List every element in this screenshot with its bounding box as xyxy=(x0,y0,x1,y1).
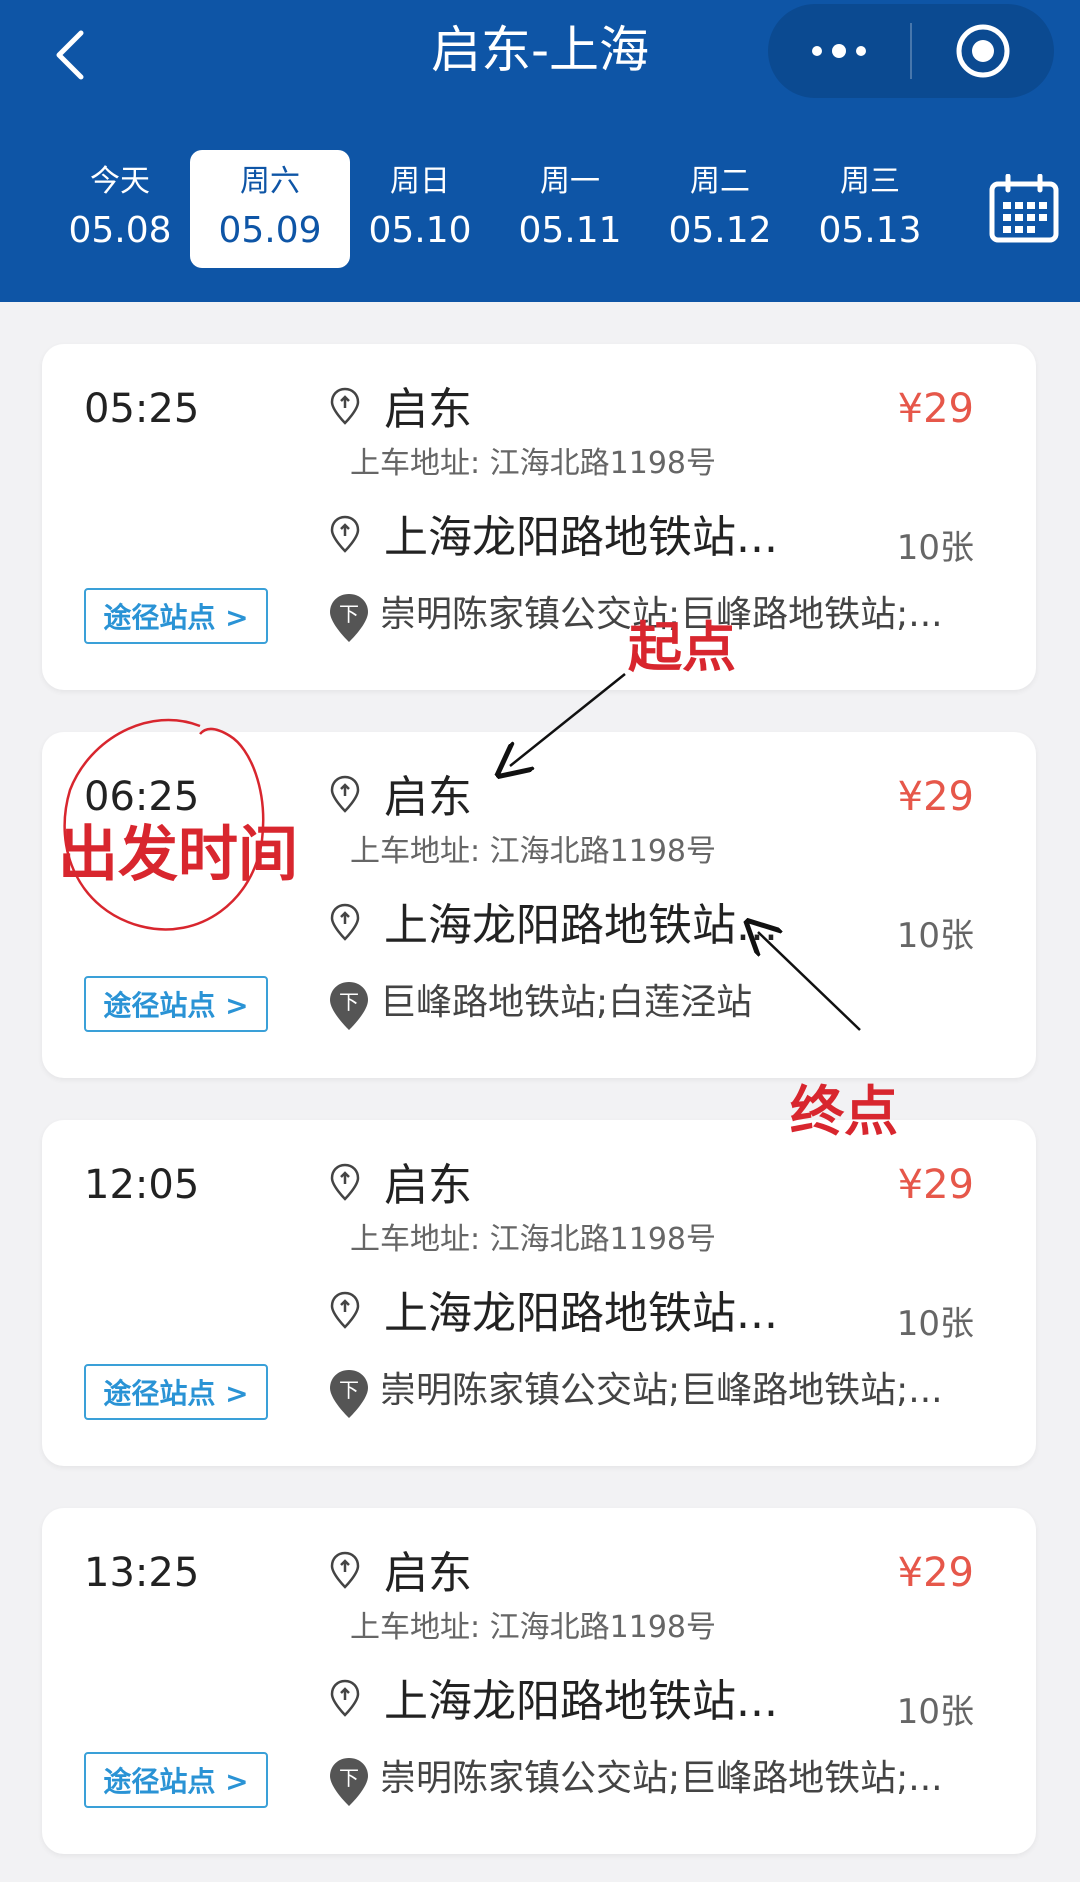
svg-text:下: 下 xyxy=(339,1378,359,1402)
date-tab-date: 05.12 xyxy=(668,210,772,251)
location-pin-icon xyxy=(330,903,360,941)
date-tab-date: 05.10 xyxy=(368,210,472,251)
tickets-remaining: 10张 xyxy=(896,528,974,568)
destination-station: 上海龙阳路地铁站... xyxy=(384,512,778,563)
location-pin-icon xyxy=(330,515,360,553)
alight-stop-icon: 下 xyxy=(330,982,368,1030)
mini-program-capsule xyxy=(768,4,1054,98)
date-tab-weekday: 周六 xyxy=(240,164,300,199)
boarding-address: 上车地址: 江海北路1198号 xyxy=(350,1222,716,1257)
date-tab-date: 05.13 xyxy=(818,210,922,251)
more-dots-icon xyxy=(812,44,866,58)
boarding-address: 上车地址: 江海北路1198号 xyxy=(350,834,716,869)
origin-station: 启东 xyxy=(384,384,472,435)
tickets-remaining: 10张 xyxy=(896,1304,974,1344)
origin-station: 启东 xyxy=(384,772,472,823)
date-tab-weekday: 今天 xyxy=(90,164,150,199)
calendar-icon xyxy=(989,173,1059,243)
tickets-remaining: 10张 xyxy=(896,916,974,956)
more-button[interactable] xyxy=(768,4,910,98)
boarding-address: 上车地址: 江海北路1198号 xyxy=(350,1610,716,1645)
departure-time-annotation-label: 出发时间 xyxy=(58,820,298,890)
top-bar: 启东-上海 今天 05.08 周六 05.09 周日 05.10 周一 05.1… xyxy=(0,0,1080,302)
origin-annotation-label: 起点 xyxy=(628,616,736,679)
close-mini-program-button[interactable] xyxy=(912,4,1054,98)
alight-stop-icon: 下 xyxy=(330,594,368,642)
trip-card[interactable]: 12:05 启东 上车地址: 江海北路1198号 上海龙阳路地铁站... ¥29… xyxy=(42,1120,1036,1466)
date-tab-date: 05.09 xyxy=(218,210,322,251)
ticket-price: ¥29 xyxy=(897,1162,974,1208)
departure-time: 06:25 xyxy=(84,774,200,820)
svg-text:下: 下 xyxy=(339,990,359,1014)
departure-time: 05:25 xyxy=(84,386,200,432)
date-tab-tuesday[interactable]: 周二 05.12 xyxy=(640,150,800,268)
date-tab-date: 05.11 xyxy=(518,210,622,251)
ticket-price: ¥29 xyxy=(897,1550,974,1596)
back-button[interactable] xyxy=(36,20,106,90)
destination-annotation-label: 终点 xyxy=(790,1080,898,1143)
date-tab-wednesday[interactable]: 周三 05.13 xyxy=(790,150,950,268)
boarding-address: 上车地址: 江海北路1198号 xyxy=(350,446,716,481)
trip-card[interactable]: 05:25 启东 上车地址: 江海北路1198号 上海龙阳路地铁站... ¥29… xyxy=(42,344,1036,690)
destination-station: 上海龙阳路地铁站... xyxy=(384,900,778,951)
origin-station: 启东 xyxy=(384,1548,472,1599)
date-tab-weekday: 周日 xyxy=(390,164,450,199)
trip-card[interactable]: 06:25 启东 上车地址: 江海北路1198号 上海龙阳路地铁站... ¥29… xyxy=(42,732,1036,1078)
departure-time: 12:05 xyxy=(84,1162,200,1208)
route-stops-text: 巨峰路地铁站;白莲泾站 xyxy=(380,982,753,1023)
route-stops-button[interactable]: 途径站点 > xyxy=(84,1752,268,1808)
alight-stop-icon: 下 xyxy=(330,1758,368,1806)
origin-station: 启东 xyxy=(384,1160,472,1211)
departure-time: 13:25 xyxy=(84,1550,200,1596)
date-tab-date: 05.08 xyxy=(68,210,172,251)
route-stops-button[interactable]: 途径站点 > xyxy=(84,1364,268,1420)
destination-station: 上海龙阳路地铁站... xyxy=(384,1288,778,1339)
location-pin-icon xyxy=(330,1163,360,1201)
location-pin-icon xyxy=(330,1679,360,1717)
route-stops-text: 崇明陈家镇公交站;巨峰路地铁站;... xyxy=(380,1758,943,1799)
location-pin-icon xyxy=(330,775,360,813)
date-tab-weekday: 周二 xyxy=(690,164,750,199)
date-tab-weekday: 周三 xyxy=(840,164,900,199)
page-title: 启东-上海 xyxy=(430,21,650,79)
ticket-price: ¥29 xyxy=(897,774,974,820)
target-circle-icon xyxy=(956,24,1010,78)
destination-station: 上海龙阳路地铁站... xyxy=(384,1676,778,1727)
date-selector: 今天 05.08 周六 05.09 周日 05.10 周一 05.11 周二 0… xyxy=(40,150,940,268)
svg-text:下: 下 xyxy=(339,1766,359,1790)
date-tab-sunday[interactable]: 周日 05.10 xyxy=(340,150,500,268)
date-tab-today[interactable]: 今天 05.08 xyxy=(40,150,200,268)
route-stops-button[interactable]: 途径站点 > xyxy=(84,588,268,644)
alight-stop-icon: 下 xyxy=(330,1370,368,1418)
trip-card[interactable]: 13:25 启东 上车地址: 江海北路1198号 上海龙阳路地铁站... ¥29… xyxy=(42,1508,1036,1854)
ticket-price: ¥29 xyxy=(897,386,974,432)
route-stops-text: 崇明陈家镇公交站;巨峰路地铁站;... xyxy=(380,1370,943,1411)
location-pin-icon xyxy=(330,387,360,425)
date-tab-weekday: 周一 xyxy=(540,164,600,199)
route-stops-button[interactable]: 途径站点 > xyxy=(84,976,268,1032)
calendar-button[interactable] xyxy=(988,173,1060,246)
date-tab-monday[interactable]: 周一 05.11 xyxy=(490,150,650,268)
location-pin-icon xyxy=(330,1291,360,1329)
location-pin-icon xyxy=(330,1551,360,1589)
tickets-remaining: 10张 xyxy=(896,1692,974,1732)
date-tab-saturday[interactable]: 周六 05.09 xyxy=(190,150,350,268)
chevron-left-icon xyxy=(56,30,84,80)
svg-text:下: 下 xyxy=(339,602,359,626)
